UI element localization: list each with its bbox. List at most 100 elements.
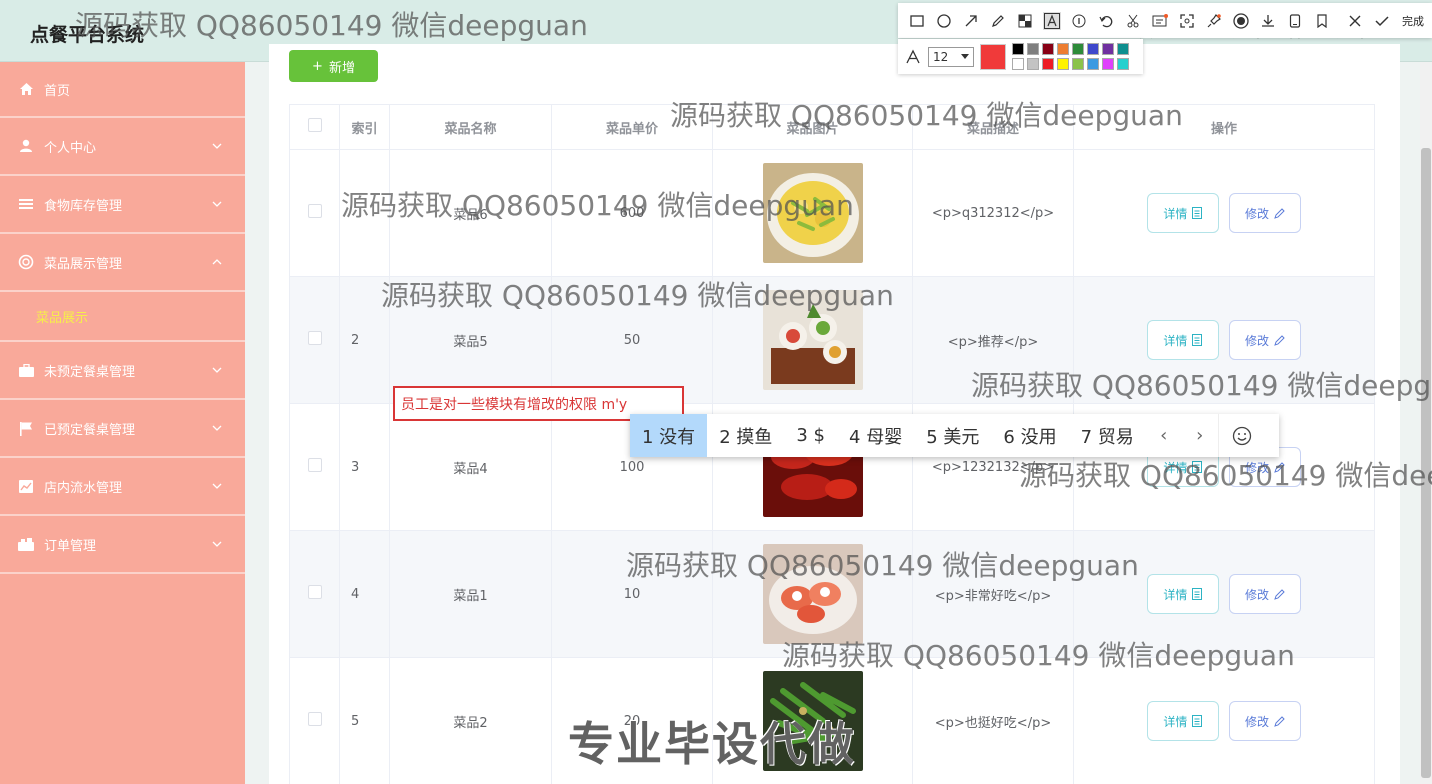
user-icon [18, 138, 34, 154]
color-swatch[interactable] [1042, 58, 1054, 70]
dish-image-cell [712, 149, 913, 277]
scissors-icon[interactable] [1124, 12, 1142, 30]
number-tool-icon[interactable] [1070, 12, 1088, 30]
done-button[interactable]: 完成 [1402, 13, 1424, 29]
font-icon [904, 48, 922, 66]
color-swatch[interactable] [1087, 43, 1099, 55]
download-icon[interactable] [1259, 12, 1277, 30]
select-all-cell [289, 104, 340, 150]
sidebar-item-unbooked-tables[interactable]: 未预定餐桌管理 [0, 342, 245, 400]
emoji-icon[interactable] [1217, 414, 1266, 457]
color-swatch[interactable] [1027, 58, 1039, 70]
ime-next-icon[interactable]: › [1182, 414, 1218, 457]
detail-button-label: 详情 [1163, 206, 1188, 221]
dish-name: 菜品1 [389, 530, 552, 658]
column-header[interactable]: 索引 [339, 104, 390, 150]
color-swatch[interactable] [1102, 43, 1114, 55]
text-tool-icon[interactable] [1043, 11, 1061, 30]
dish-image[interactable] [762, 290, 863, 390]
ime-candidate[interactable]: 5 美元 [914, 414, 991, 457]
sidebar-item-booked-tables[interactable]: 已预定餐桌管理 [0, 400, 245, 458]
sidebar-item-label: 个人中心 [44, 140, 97, 156]
record-icon[interactable] [1232, 12, 1250, 30]
color-swatch[interactable] [1072, 58, 1084, 70]
detail-button[interactable]: 详情 [1146, 193, 1219, 233]
row-select-cell [289, 657, 340, 784]
color-swatch[interactable] [1057, 58, 1069, 70]
pencil-icon [1274, 334, 1285, 346]
current-color-swatch[interactable] [980, 43, 1006, 70]
row-checkbox[interactable] [307, 331, 322, 345]
chevron-down-icon [212, 367, 222, 373]
dish-image-cell [712, 276, 913, 404]
dish-image[interactable] [762, 671, 863, 771]
annotation-text: 员工是对一些模块有增改的权限 m'y [401, 396, 628, 413]
color-swatch[interactable] [1042, 43, 1054, 55]
edit-button[interactable]: 修改 [1229, 574, 1302, 614]
close-icon[interactable] [1346, 12, 1364, 30]
row-checkbox[interactable] [307, 204, 322, 218]
select-all-checkbox[interactable] [307, 118, 322, 132]
fullscreen-icon[interactable] [1178, 12, 1196, 30]
ime-candidate[interactable]: 2 摸鱼 [707, 414, 784, 457]
color-swatch[interactable] [1117, 58, 1129, 70]
rectangle-tool-icon[interactable] [908, 12, 926, 30]
sidebar-item-home[interactable]: 首页 [0, 62, 245, 118]
check-icon[interactable] [1373, 12, 1391, 30]
ime-prev-icon[interactable]: ‹ [1146, 414, 1182, 457]
sidebar-item-dishes[interactable]: 菜品展示管理 [0, 234, 245, 292]
sidebar-item-profile[interactable]: 个人中心 [0, 118, 245, 176]
pen-tool-icon[interactable] [989, 12, 1007, 30]
color-swatch[interactable] [1027, 43, 1039, 55]
pin-icon[interactable] [1205, 12, 1223, 30]
color-swatch[interactable] [1057, 43, 1069, 55]
detail-button[interactable]: 详情 [1146, 701, 1219, 741]
column-header[interactable]: 菜品单价 [551, 104, 713, 150]
row-checkbox[interactable] [307, 712, 322, 726]
add-button[interactable]: + 新增 [289, 50, 378, 82]
ellipse-tool-icon[interactable] [935, 12, 953, 30]
row-actions: 详情 修改 [1073, 149, 1375, 277]
detail-button[interactable]: 详情 [1146, 320, 1219, 360]
font-size-select[interactable]: 12 [928, 46, 974, 67]
detail-button-label: 详情 [1163, 587, 1188, 602]
bookmark-icon[interactable] [1313, 12, 1331, 30]
row-actions: 详情 修改 [1073, 276, 1375, 404]
mosaic-tool-icon[interactable] [1016, 12, 1034, 30]
color-swatch[interactable] [1117, 43, 1129, 55]
sidebar-subitem-dish-display[interactable]: 菜品展示 [0, 292, 245, 342]
table-row: 5 菜品2 20 <p>也挺好吃</p> 详情 修改 [289, 657, 1375, 784]
dish-image[interactable] [762, 163, 863, 263]
color-swatch[interactable] [1012, 58, 1024, 70]
arrow-tool-icon[interactable] [962, 12, 980, 30]
color-swatch[interactable] [1012, 43, 1024, 55]
ime-candidate[interactable]: 6 没用 [991, 414, 1068, 457]
column-header: 菜品图片 [712, 104, 913, 150]
sidebar-item-orders[interactable]: 订单管理 [0, 516, 245, 574]
row-actions: 详情 修改 [1073, 530, 1375, 658]
column-header[interactable]: 菜品名称 [389, 104, 552, 150]
color-swatch[interactable] [1087, 58, 1099, 70]
color-swatch[interactable] [1102, 58, 1114, 70]
sidebar-item-inventory[interactable]: 食物库存管理 [0, 176, 245, 234]
sidebar-item-label: 已预定餐桌管理 [44, 422, 136, 438]
ime-candidate[interactable]: 3 $ [784, 414, 837, 457]
ime-candidate[interactable]: 1 没有 [630, 414, 708, 457]
detail-button[interactable]: 详情 [1146, 574, 1219, 614]
row-checkbox[interactable] [307, 458, 322, 472]
scrollbar-thumb[interactable] [1421, 148, 1431, 778]
edit-button[interactable]: 修改 [1229, 320, 1302, 360]
edit-button[interactable]: 修改 [1229, 701, 1302, 741]
undo-icon[interactable] [1097, 12, 1115, 30]
ime-candidate[interactable]: 4 母婴 [837, 414, 914, 457]
ocr-icon[interactable] [1151, 12, 1169, 30]
edit-button[interactable]: 修改 [1229, 193, 1302, 233]
chevron-up-icon [212, 259, 222, 265]
ime-candidate[interactable]: 7 贸易 [1069, 414, 1146, 457]
phone-icon[interactable] [1286, 12, 1304, 30]
row-checkbox[interactable] [307, 585, 322, 599]
dish-image[interactable] [762, 544, 863, 644]
dish-price: 20 [551, 657, 713, 784]
color-swatch[interactable] [1072, 43, 1084, 55]
sidebar-item-cashflow[interactable]: 店内流水管理 [0, 458, 245, 516]
